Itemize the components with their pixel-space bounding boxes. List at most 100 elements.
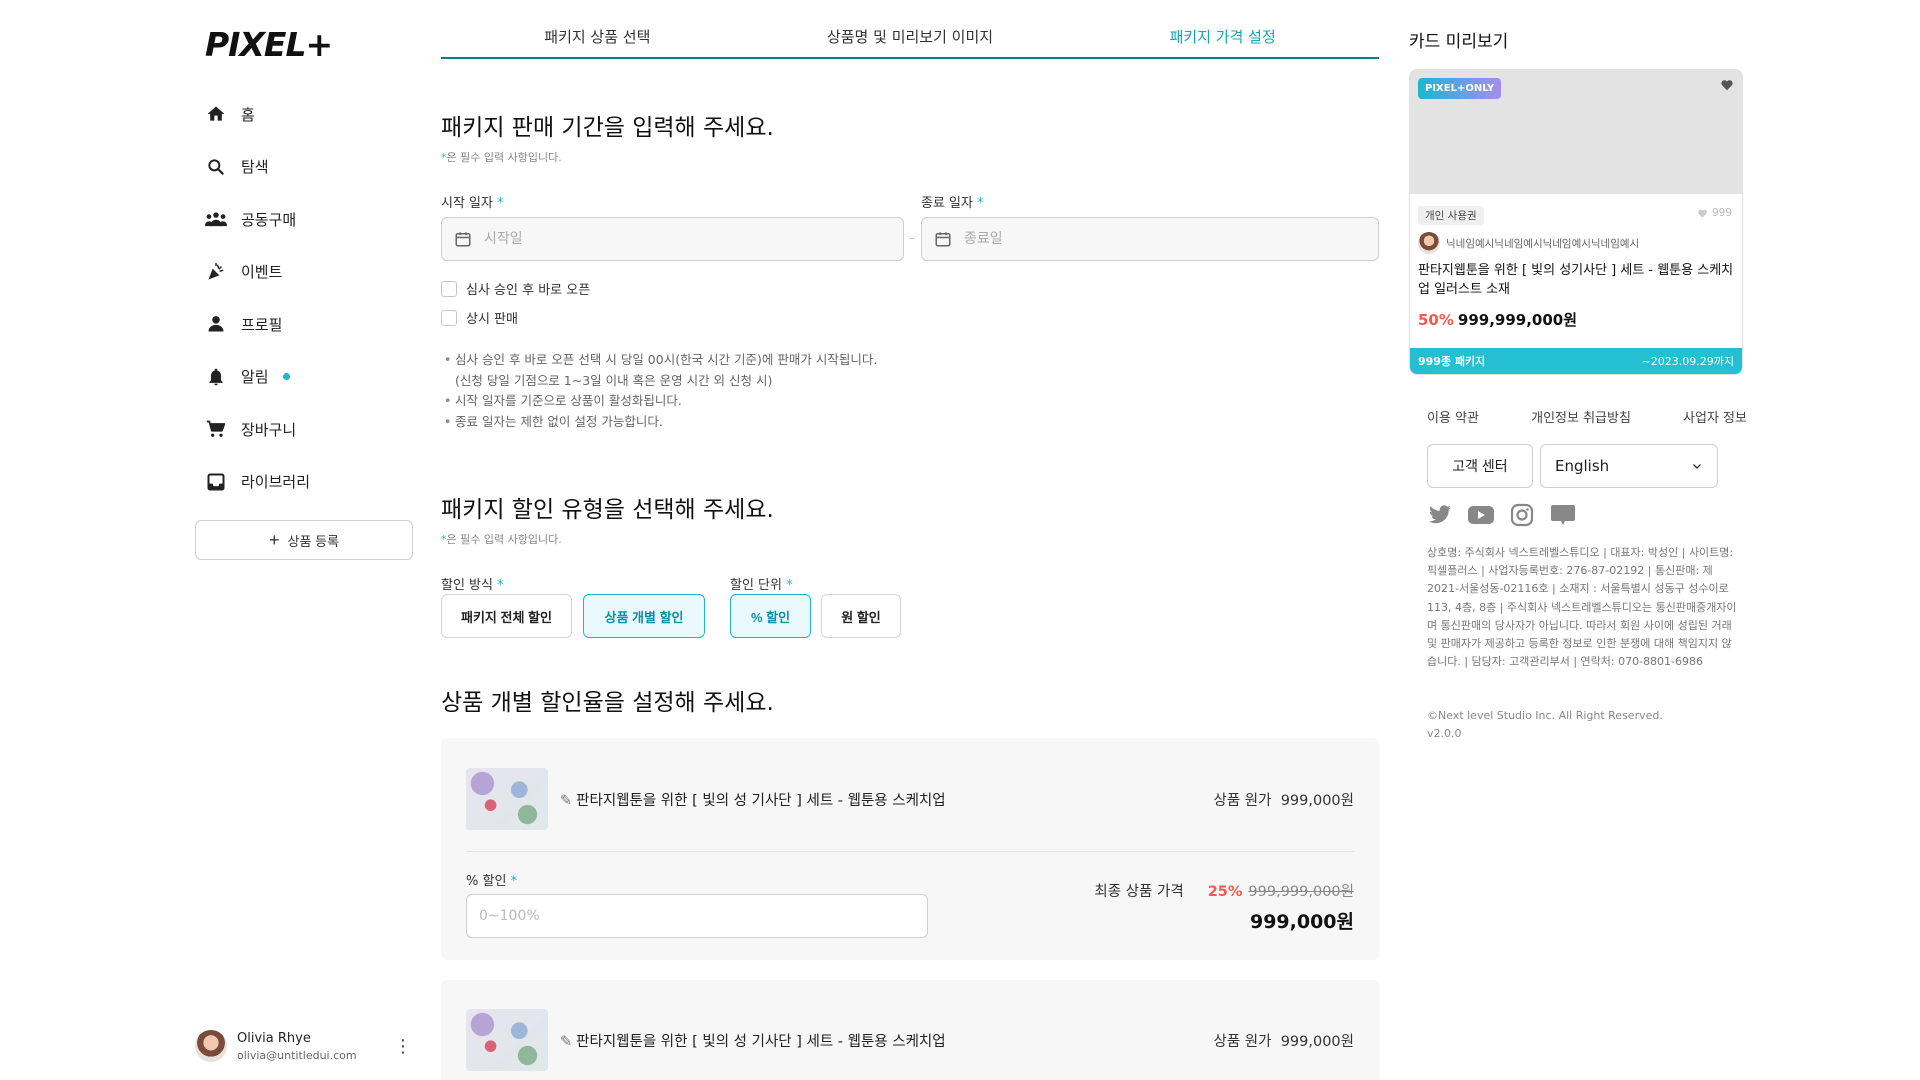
won-discount-button[interactable]: 원 할인 (821, 594, 901, 638)
party-icon (205, 261, 227, 283)
discount-method-label: 할인 방식 * (441, 578, 504, 593)
calendar-icon (935, 232, 951, 247)
final-price-value: 999,000원 (1249, 911, 1354, 933)
sidebar-item-event[interactable]: 이벤트 (205, 246, 310, 299)
preview-price-value: 999,999,000원 (1457, 311, 1578, 329)
seller-info: 닉네임예시닉네임예시닉네임예시닉네임예시 (1418, 232, 1734, 254)
sidebar-item-profile[interactable]: 프로필 (205, 298, 310, 351)
language-value: English (1555, 457, 1610, 475)
date-separator: – (909, 231, 915, 245)
end-date-input[interactable] (964, 231, 1320, 247)
percent-discount-field[interactable] (466, 894, 928, 938)
sidebar-item-notifications[interactable]: 알림 (205, 351, 310, 404)
business-info-link[interactable]: 사업자 정보 (1683, 407, 1747, 426)
product-original-price: 상품 원가 999,000원 (1214, 789, 1355, 810)
user-info: Olivia Rhye olivia@untitledui.com (237, 1031, 393, 1062)
percent-discount-input[interactable] (479, 908, 927, 924)
notification-dot (282, 373, 290, 381)
sidebar-item-home[interactable]: 홈 (205, 88, 310, 141)
product-original-price: 상품 원가 999,000원 (1214, 1030, 1355, 1051)
terms-link[interactable]: 이용 약관 (1427, 407, 1479, 426)
note-item: 시작 일자를 기준으로 상품이 활성화됩니다. (441, 391, 877, 412)
always-on-sale-label: 상시 판매 (466, 312, 518, 327)
version-text: v2.0.0 (1427, 727, 1462, 740)
copyright: ©Next level Studio Inc. All Right Reserv… (1427, 707, 1663, 743)
package-discount-button[interactable]: 패키지 전체 할인 (441, 594, 572, 638)
tab-name-preview[interactable]: 상품명 및 미리보기 이미지 (754, 14, 1067, 57)
product-name: ✎ 판타지웹툰을 위한 [ 빛의 성 기사단 ] 세트 - 웹툰용 스케치업 (560, 1030, 1214, 1051)
final-price-line: 최종 상품 가격 25% 999,999,000원 (1094, 880, 1354, 901)
plus-icon: + (269, 530, 280, 550)
end-date-label-text: 종료 일자 (921, 196, 973, 211)
more-options-icon[interactable]: ⋮ (393, 1036, 413, 1057)
package-count: 999종 패키지 (1418, 355, 1486, 368)
product-thumbnail (466, 1009, 548, 1071)
period-section-title: 패키지 판매 기간을 입력해 주세요. (441, 115, 774, 141)
like-count-value: 999 (1711, 207, 1732, 219)
checkbox-box[interactable] (441, 280, 457, 297)
sidebar-item-search[interactable]: 탐색 (205, 141, 310, 194)
step-tabs: 패키지 상품 선택 상품명 및 미리보기 이미지 패키지 가격 설정 (441, 14, 1379, 59)
product-name-text: 판타지웹툰을 위한 [ 빛의 성 기사단 ] 세트 - 웹툰용 스케치업 (576, 1033, 946, 1050)
percent-discount-button[interactable]: % 할인 (730, 594, 811, 638)
product-row: ✎ 판타지웹툰을 위한 [ 빛의 성 기사단 ] 세트 - 웹툰용 스케치업 상품… (466, 1009, 1354, 1071)
twitter-icon[interactable] (1427, 502, 1453, 528)
tab-price-setting[interactable]: 패키지 가격 설정 (1066, 14, 1379, 57)
open-after-approval-label: 심사 승인 후 바로 오픈 (466, 283, 591, 298)
instagram-icon[interactable] (1509, 502, 1535, 528)
price-label: 상품 원가 (1213, 1033, 1272, 1050)
right-panel: 카드 미리보기 PIXEL+ONLY 개인 사용권 999 닉네임예시닉네임예시… (1409, 0, 1749, 1080)
preview-product-title: 판타지웹툰을 위한 [ 빛의 성기사단 ] 세트 - 웹툰용 스케치업 일러스트… (1418, 263, 1734, 297)
final-original-price: 999,999,000원 (1248, 884, 1354, 900)
logo-text: PIXEL+ (205, 24, 333, 64)
user-profile[interactable]: Olivia Rhye olivia@untitledui.com ⋮ (195, 1028, 413, 1064)
register-product-button[interactable]: + 상품 등록 (195, 520, 413, 560)
open-after-approval-checkbox[interactable]: 심사 승인 후 바로 오픈 (441, 279, 590, 298)
copyright-text: ©Next level Studio Inc. All Right Reserv… (1427, 709, 1663, 722)
pencil-icon: ✎ (560, 1033, 573, 1050)
start-date-input[interactable] (484, 231, 844, 247)
note-item: 종료 일자는 제한 없이 설정 가능합니다. (441, 412, 877, 433)
product-discount-card: ✎ 판타지웹툰을 위한 [ 빛의 성 기사단 ] 세트 - 웹툰용 스케치업 상품… (441, 980, 1379, 1080)
customer-center-button[interactable]: 고객 센터 (1427, 444, 1533, 488)
required-note: *은 필수 입력 사항입니다. (441, 151, 562, 164)
end-date-field[interactable] (921, 217, 1379, 261)
required-note: *은 필수 입력 사항입니다. (441, 533, 562, 546)
sidebar-item-label: 알림 (241, 368, 269, 387)
always-on-sale-checkbox[interactable]: 상시 판매 (441, 308, 518, 327)
sidebar-item-label: 라이브러리 (241, 473, 311, 492)
note-item: (신청 당일 기점으로 1~3일 이내 혹은 운영 시간 외 신청 시) (455, 372, 773, 388)
register-product-label: 상품 등록 (287, 533, 339, 549)
tab-select-package[interactable]: 패키지 상품 선택 (441, 14, 754, 57)
sidebar-item-library[interactable]: 라이브러리 (205, 456, 310, 509)
footer-links: 이용 약관 개인정보 취급방침 사업자 정보 (1427, 407, 1747, 426)
language-select[interactable]: English (1540, 444, 1718, 488)
main-content: 패키지 상품 선택 상품명 및 미리보기 이미지 패키지 가격 설정 패키지 판… (441, 0, 1379, 1080)
bell-icon (205, 366, 227, 388)
checkbox-box[interactable] (441, 309, 457, 326)
final-price-block: 최종 상품 가격 25% 999,999,000원 999,000원 (1094, 880, 1354, 934)
heart-icon (1698, 209, 1707, 218)
heart-icon[interactable] (1720, 78, 1734, 92)
privacy-link[interactable]: 개인정보 취급방침 (1531, 407, 1631, 426)
avatar (195, 1030, 227, 1062)
user-email: olivia@untitledui.com (237, 1048, 357, 1062)
start-date-field[interactable] (441, 217, 904, 261)
sidebar-item-cart[interactable]: 장바구니 (205, 403, 310, 456)
individual-discount-button[interactable]: 상품 개별 할인 (583, 594, 705, 638)
library-icon (205, 471, 227, 493)
product-thumbnail (466, 768, 548, 830)
sidebar: PIXEL+ 홈 탐색 공동구매 이벤트 프로필 알림 장바구니 라이브러리 +… (195, 0, 413, 1080)
blog-icon[interactable] (1550, 502, 1576, 528)
youtube-icon[interactable] (1468, 502, 1494, 528)
end-date-label: 종료 일자 * (921, 196, 984, 211)
preview-price: 50% 999,999,000원 (1418, 309, 1734, 330)
sidebar-item-group-buy[interactable]: 공동구매 (205, 193, 310, 246)
divider (466, 851, 1354, 852)
product-name-text: 판타지웹툰을 위한 [ 빛의 성 기사단 ] 세트 - 웹툰용 스케치업 (576, 792, 946, 809)
seller-avatar (1418, 232, 1440, 254)
discount-unit-label: 할인 단위 * (730, 578, 793, 593)
sidebar-item-label: 프로필 (241, 315, 283, 334)
pixel-plus-logo[interactable]: PIXEL+ (205, 24, 333, 64)
preview-card[interactable]: PIXEL+ONLY 개인 사용권 999 닉네임예시닉네임예시닉네임예시닉네임… (1409, 69, 1743, 375)
